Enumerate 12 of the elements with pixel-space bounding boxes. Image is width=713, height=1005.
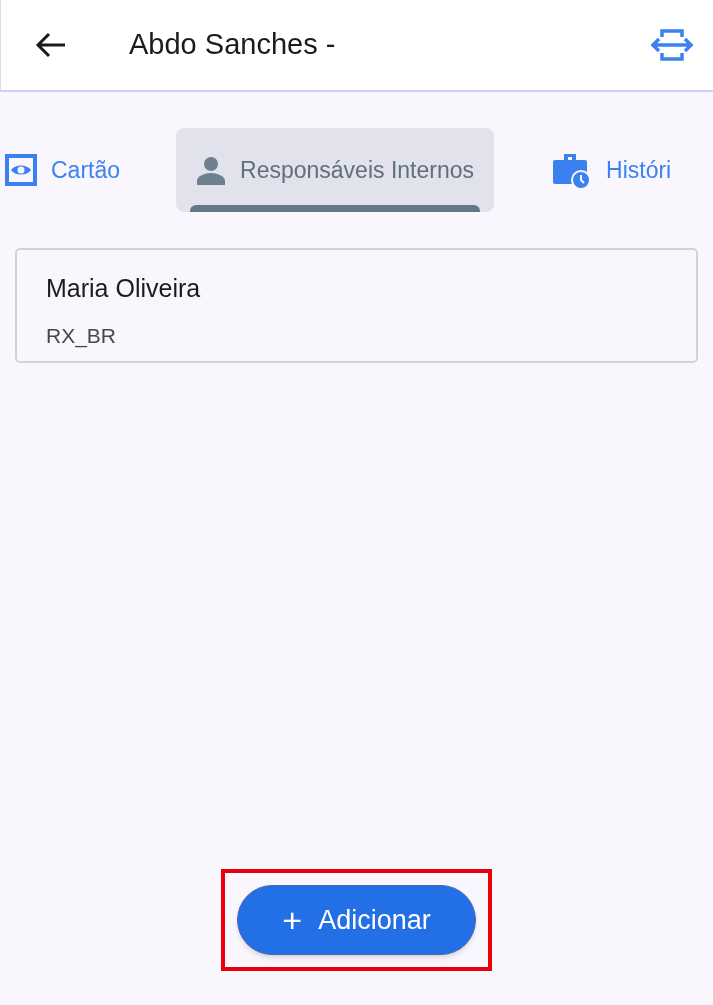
- page-title: Abdo Sanches -: [129, 27, 336, 63]
- tab[interactable]: Históri: [552, 128, 672, 212]
- expand-icon: [651, 28, 693, 62]
- person-icon: [196, 155, 227, 185]
- eye-icon: [5, 154, 37, 186]
- responsible-card[interactable]: Maria Oliveira RX_BR: [15, 248, 698, 363]
- tab[interactable]: Responsáveis Internos: [176, 128, 494, 212]
- responsible-subtitle: RX_BR: [46, 322, 118, 350]
- tab[interactable]: Cartão: [5, 128, 121, 212]
- responsible-name: Maria Oliveira: [46, 273, 202, 304]
- add-button[interactable]: + Adicionar: [237, 885, 476, 955]
- back-arrow-icon: [35, 31, 67, 59]
